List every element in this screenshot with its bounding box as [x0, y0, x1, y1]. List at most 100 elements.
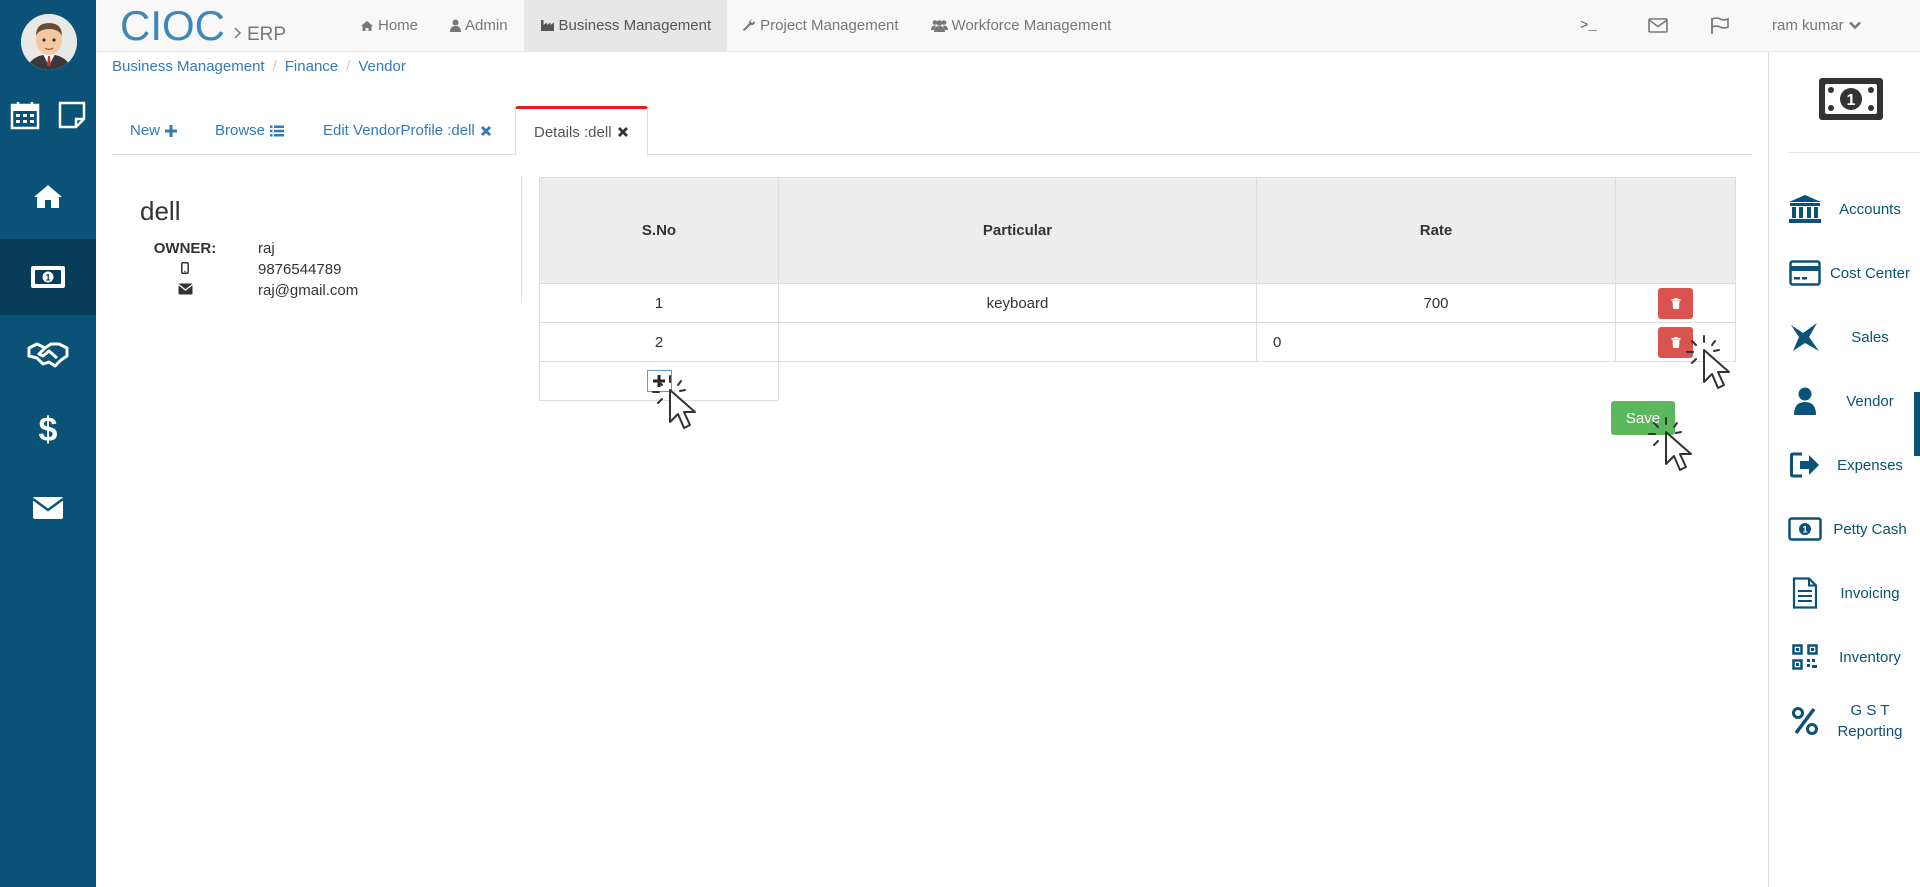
cell-rate-input[interactable]: 0 — [1256, 322, 1616, 362]
nav-project-management[interactable]: Project Management — [727, 0, 914, 51]
terminal-button[interactable]: >_ — [1580, 0, 1597, 51]
click-cursor-icon — [1648, 417, 1692, 471]
envelope-icon — [32, 497, 64, 519]
nav-business-management[interactable]: Business Management — [523, 0, 728, 51]
menu-cost-center[interactable]: Cost Center — [1787, 246, 1917, 300]
menu-petty-cash[interactable]: 1 Petty Cash — [1787, 502, 1917, 556]
particulars-table: S.No Particular Rate 1 keyboard 700 2 0 — [539, 177, 1736, 401]
wrench-icon — [743, 19, 756, 31]
tab-browse[interactable]: Browse — [197, 106, 302, 155]
sticky-note-icon[interactable] — [58, 101, 86, 132]
menu-vendor[interactable]: Vendor — [1787, 374, 1917, 428]
breadcrumb-vendor[interactable]: Vendor — [358, 58, 406, 75]
brand-name: CIOC — [120, 2, 225, 49]
nav-admin-label: Admin — [465, 17, 508, 34]
breadcrumb: Business Management / Finance / Vendor — [112, 58, 406, 75]
nav-home[interactable]: Home — [344, 0, 434, 51]
cell-sno: 1 — [539, 283, 779, 323]
breadcrumb-separator: / — [346, 58, 351, 75]
quick-icons-row — [0, 100, 96, 133]
chevron-down-icon — [1848, 21, 1861, 30]
brand-sub-label: ERP — [247, 24, 287, 45]
calendar-icon[interactable] — [10, 100, 40, 133]
menu-sales[interactable]: Sales — [1787, 310, 1917, 364]
menu-gst-reporting[interactable]: G S T Reporting — [1787, 694, 1917, 748]
vendor-card: dell OWNER: raj 9876544789 raj@gmail.com — [112, 176, 522, 302]
trash-icon — [1671, 336, 1680, 348]
breadcrumb-business-management[interactable]: Business Management — [112, 58, 265, 75]
tab-browse-label: Browse — [215, 122, 266, 139]
menu-inventory[interactable]: Inventory — [1787, 630, 1917, 684]
sidebar-dollar[interactable]: $ — [0, 392, 96, 468]
dollar-icon: $ — [39, 413, 58, 447]
tab-new-label: New — [130, 122, 161, 139]
user-menu[interactable]: ram kumar — [1772, 0, 1861, 51]
home-icon — [361, 20, 373, 31]
nav-workforce-management[interactable]: Workforce Management — [915, 0, 1128, 51]
money-icon: 1 — [1819, 78, 1883, 120]
menu-sales-label: Sales — [1851, 328, 1889, 346]
percent-icon — [1792, 707, 1818, 735]
cell-particular-input[interactable] — [778, 322, 1257, 362]
sidebar-home[interactable] — [0, 158, 96, 234]
menu-invoicing[interactable]: Invoicing — [1787, 566, 1917, 620]
file-text-icon — [1792, 577, 1818, 609]
menu-cost-center-label: Cost Center — [1829, 264, 1911, 282]
money-icon: 1 — [1788, 517, 1822, 541]
menu-expenses-label: Expenses — [1837, 456, 1903, 474]
cell-rate[interactable]: 700 — [1256, 283, 1616, 323]
svg-text:1: 1 — [45, 273, 50, 283]
owner-value: raj — [258, 240, 275, 257]
menu-accounts[interactable]: Accounts — [1787, 182, 1917, 236]
plus-icon — [165, 124, 178, 137]
sidebar-handshake[interactable] — [0, 316, 96, 392]
svg-text:1: 1 — [1847, 92, 1856, 109]
sidebar-mail[interactable] — [0, 470, 96, 546]
notifications-button[interactable] — [1710, 0, 1730, 51]
nav-home-label: Home — [378, 17, 419, 34]
brand[interactable]: CIOC ERP — [120, 2, 286, 50]
avatar[interactable] — [21, 14, 77, 70]
tab-edit-label: Edit VendorProfile :dell — [323, 122, 475, 139]
tab-edit-vendorprofile[interactable]: Edit VendorProfile :dell — [305, 106, 510, 155]
flag-icon — [1711, 17, 1729, 34]
tab-details-label: Details :dell — [534, 123, 612, 141]
svg-text:1: 1 — [1802, 525, 1807, 535]
delete-row-button[interactable] — [1658, 287, 1693, 319]
tab-new[interactable]: New — [112, 106, 195, 155]
main-nav: Home Admin Business Management Project M… — [344, 0, 1127, 51]
finance-logo: 1 — [1817, 76, 1885, 125]
sidebar-finance[interactable]: 1 — [0, 239, 96, 315]
vendor-email-row: raj@gmail.com — [112, 282, 358, 299]
industry-icon — [540, 20, 554, 31]
menu-expenses[interactable]: Expenses — [1787, 438, 1917, 492]
right-sidebar: 1 Accounts Cost Center Sales Vendor Expe… — [1768, 52, 1920, 887]
header-particular: Particular — [778, 177, 1257, 284]
close-icon[interactable] — [480, 125, 492, 137]
header-actions — [1615, 177, 1736, 284]
messages-button[interactable] — [1648, 0, 1668, 51]
vendor-name: dell — [140, 196, 181, 226]
breadcrumb-finance[interactable]: Finance — [285, 58, 338, 75]
owner-label: OWNER: — [153, 240, 217, 257]
handshake-icon — [27, 342, 69, 368]
nav-admin[interactable]: Admin — [434, 0, 524, 51]
close-icon[interactable] — [617, 126, 629, 138]
sales-icon — [1791, 323, 1819, 351]
active-indicator — [1914, 392, 1920, 456]
menu-inventory-label: Inventory — [1839, 648, 1901, 666]
bank-icon — [1789, 195, 1821, 223]
cell-particular[interactable]: keyboard — [778, 283, 1257, 323]
avatar-image — [21, 14, 77, 70]
menu-vendor-label: Vendor — [1846, 392, 1894, 410]
table-row: 2 0 — [539, 322, 1736, 362]
tab-bar: New Browse Edit VendorProfile :dell Deta… — [112, 106, 1752, 156]
table-row: 1 keyboard 700 — [539, 283, 1736, 323]
tab-details[interactable]: Details :dell — [515, 106, 648, 156]
vendor-phone-row: 9876544789 — [112, 261, 341, 278]
trash-icon — [1671, 297, 1680, 309]
menu-accounts-label: Accounts — [1839, 200, 1901, 218]
vendor-owner-row: OWNER: raj — [112, 240, 275, 257]
users-icon — [930, 20, 948, 32]
table-header-row: S.No Particular Rate — [539, 177, 1736, 284]
